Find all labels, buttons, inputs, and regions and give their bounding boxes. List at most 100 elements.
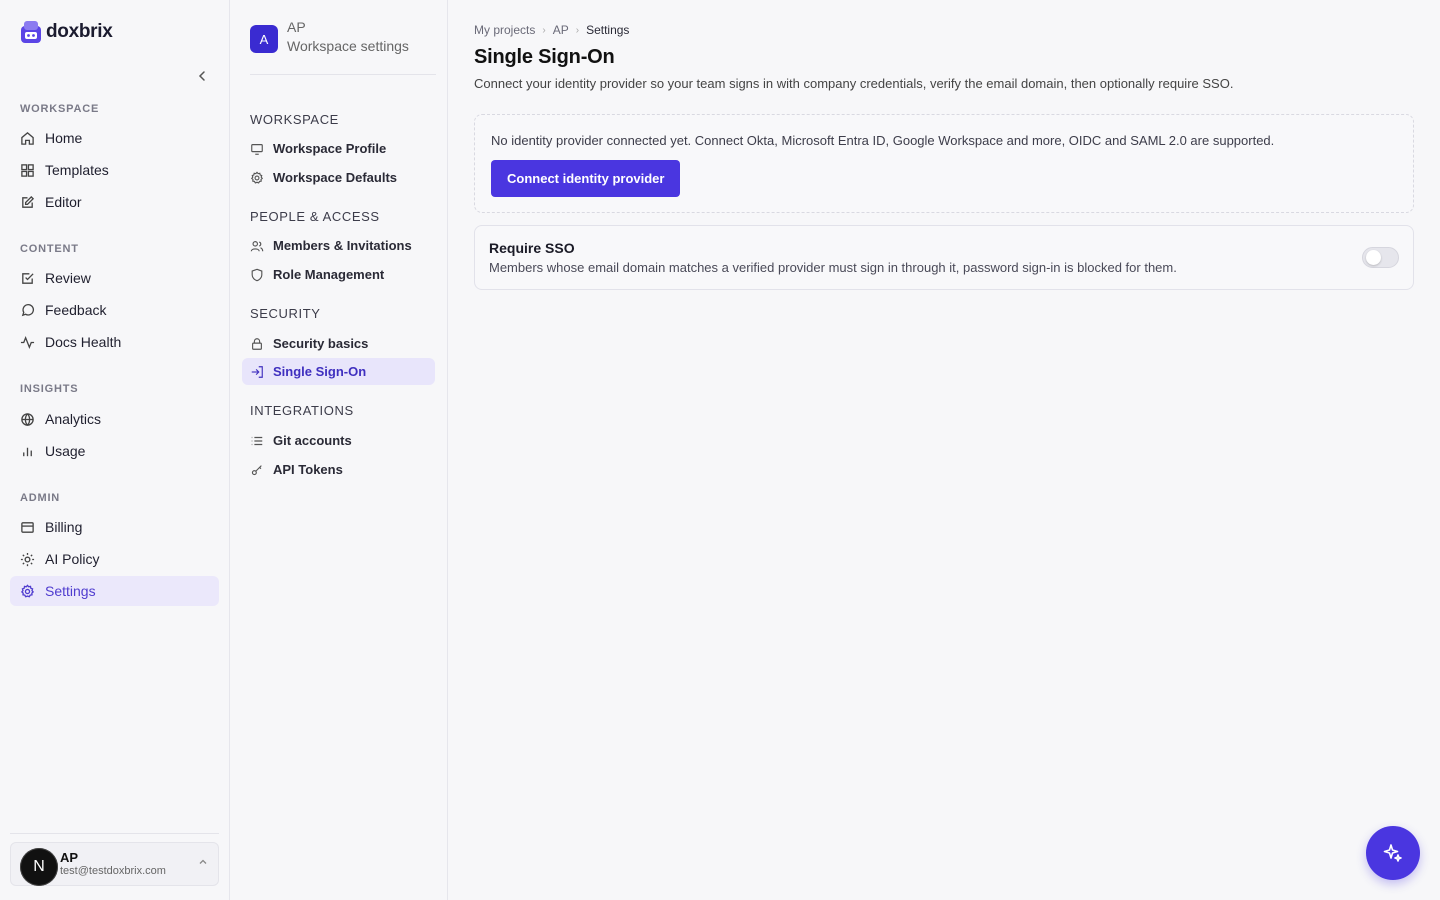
breadcrumb-separator-icon: ›	[542, 24, 546, 36]
workspace-badge: A	[250, 25, 278, 53]
nav-item-label: AI Policy	[45, 551, 100, 567]
panel-item-label: Members & Invitations	[273, 238, 412, 253]
shield-icon	[251, 268, 263, 281]
sun-icon	[20, 552, 35, 566]
settings-panel: A AP Workspace settings WORKSPACE Worksp…	[230, 0, 448, 900]
avatar: N	[20, 848, 58, 886]
chevron-left-icon	[198, 71, 205, 81]
panel-section-people-access: PEOPLE & ACCESS	[250, 209, 380, 224]
settings-icon	[20, 583, 35, 598]
nav-item-settings[interactable]: Settings	[10, 576, 219, 606]
user-name: AP	[60, 849, 79, 865]
breadcrumb-my-projects[interactable]: My projects	[474, 23, 535, 37]
breadcrumb-separator-icon: ›	[575, 24, 580, 36]
nav-item-templates[interactable]: Templates	[10, 155, 219, 185]
nav-item-label: Analytics	[45, 411, 102, 427]
connect-identity-provider-button[interactable]: Connect identity provider	[491, 160, 681, 197]
panel-item-label: Single Sign-On	[273, 364, 367, 379]
panel-item-label: Git accounts	[273, 433, 352, 448]
panel-section-security: SECURITY	[250, 306, 321, 321]
page-title: Single Sign-On	[474, 46, 615, 68]
home-icon	[21, 131, 34, 145]
monitor-icon	[251, 143, 263, 155]
panel-section-integrations: INTEGRATIONS	[250, 403, 354, 418]
panel-item-label: Workspace Defaults	[273, 170, 398, 185]
nav-item-ai-policy[interactable]: AI Policy	[10, 544, 219, 574]
toggle-knob	[1366, 250, 1381, 265]
panel-item-workspace-defaults[interactable]: Workspace Defaults	[242, 164, 435, 191]
require-sso-toggle[interactable]	[1362, 247, 1399, 268]
check-square-icon	[22, 272, 34, 284]
breadcrumb-current: Settings	[586, 23, 630, 37]
nav-item-usage[interactable]: Usage	[10, 436, 219, 466]
credit-card-icon	[21, 521, 34, 533]
nav-item-label: Settings	[45, 583, 96, 599]
brand-logo[interactable]: doxbrix	[20, 20, 113, 44]
nav-item-docs-health[interactable]: Docs Health	[10, 327, 219, 357]
panel-item-label: Security basics	[273, 336, 369, 351]
require-sso-title: Require SSO	[489, 240, 575, 256]
nav-item-label: Home	[45, 130, 83, 146]
nav-item-label: Editor	[45, 194, 82, 210]
activity-icon	[20, 335, 35, 349]
panel-item-label: API Tokens	[273, 462, 343, 477]
gear-icon	[250, 170, 264, 184]
nav-item-home[interactable]: Home	[10, 123, 219, 153]
nav-item-label: Billing	[45, 519, 83, 535]
user-email: test@testdoxbrix.com	[60, 865, 166, 878]
panel-item-label: Workspace Profile	[273, 141, 387, 156]
nav-section-insights: INSIGHTS	[20, 383, 79, 395]
nav-item-feedback[interactable]: Feedback	[10, 295, 219, 325]
identity-provider-card: No identity provider connected yet. Conn…	[474, 114, 1414, 213]
workspace-subtitle: Workspace settings	[287, 38, 409, 54]
doxbrix-logo-icon	[21, 21, 41, 43]
nav-item-billing[interactable]: Billing	[10, 512, 219, 542]
nav-item-label: Usage	[45, 443, 86, 459]
bar-chart-icon	[23, 447, 32, 456]
panel-item-git-accounts[interactable]: Git accounts	[242, 427, 435, 454]
ai-assistant-button[interactable]	[1366, 826, 1420, 880]
breadcrumb-workspace[interactable]: AP	[553, 23, 569, 37]
primary-sidebar: doxbrix WORKSPACE Home Templates Editor …	[0, 0, 230, 900]
main-content: My projects › AP › Settings Single Sign-…	[448, 0, 1440, 900]
nav-section-content: CONTENT	[20, 243, 79, 255]
collapse-sidebar-button[interactable]	[192, 66, 212, 86]
chevron-up-icon	[199, 859, 207, 864]
brand-name: doxbrix	[46, 21, 113, 42]
nav-item-label: Feedback	[45, 302, 107, 318]
page-description: Connect your identity provider so your t…	[474, 76, 1234, 91]
nav-item-analytics[interactable]: Analytics	[10, 404, 219, 434]
workspace-header: A AP Workspace settings	[250, 18, 436, 75]
panel-item-members-invitations[interactable]: Members & Invitations	[242, 232, 435, 259]
workspace-name: AP	[287, 19, 306, 35]
log-in-icon	[251, 365, 263, 378]
grid-icon	[21, 163, 34, 177]
workspace-info: AP Workspace settings	[287, 18, 409, 74]
user-menu[interactable]: N AP test@testdoxbrix.com	[10, 842, 219, 886]
breadcrumb: My projects › AP › Settings	[474, 23, 629, 37]
panel-section-workspace: WORKSPACE	[250, 112, 339, 127]
nav-section-workspace: WORKSPACE	[20, 103, 100, 115]
nav-item-label: Templates	[45, 162, 109, 178]
idp-empty-message: No identity provider connected yet. Conn…	[491, 133, 1275, 148]
sparkle-icon	[1383, 844, 1402, 862]
panel-item-label: Role Management	[273, 267, 385, 282]
globe-icon	[21, 412, 34, 426]
nav-item-editor[interactable]: Editor	[10, 187, 219, 217]
list-icon	[251, 436, 263, 445]
panel-item-role-management[interactable]: Role Management	[242, 261, 435, 288]
panel-item-security-basics[interactable]: Security basics	[242, 330, 435, 357]
nav-item-label: Review	[45, 270, 91, 286]
nav-section-admin: ADMIN	[20, 492, 61, 504]
key-icon	[251, 464, 262, 475]
nav-item-label: Docs Health	[45, 334, 122, 350]
panel-item-api-tokens[interactable]: API Tokens	[242, 456, 435, 483]
edit-icon	[22, 195, 35, 208]
nav-item-review[interactable]: Review	[10, 263, 219, 293]
panel-item-workspace-profile[interactable]: Workspace Profile	[242, 135, 435, 162]
user-meta: AP test@testdoxbrix.com	[60, 850, 166, 879]
lock-icon	[252, 337, 262, 350]
message-circle-icon	[21, 303, 35, 316]
panel-item-single-sign-on[interactable]: Single Sign-On	[242, 358, 435, 385]
users-icon	[250, 240, 264, 251]
